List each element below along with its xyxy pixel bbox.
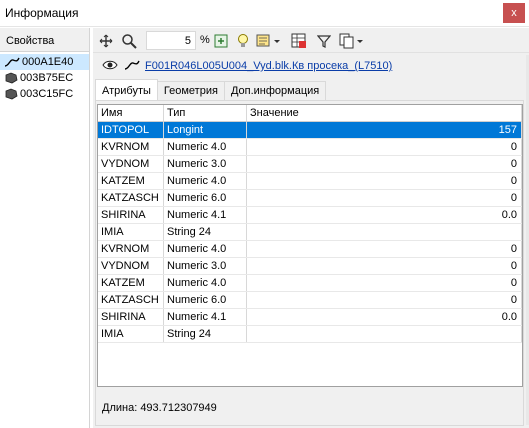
cell-type: Numeric 4.0 <box>164 173 247 189</box>
tab-attributes[interactable]: Атрибуты <box>95 79 158 100</box>
table-row[interactable]: KATZASCH Numeric 6.0 0 <box>98 292 522 309</box>
cell-type: Longint <box>164 122 247 138</box>
cell-value: 0 <box>247 241 522 257</box>
window-title: Информация <box>5 6 79 20</box>
table-row[interactable]: VYDNOM Numeric 3.0 0 <box>98 156 522 173</box>
table-row[interactable]: IDTOPOL Longint 157 <box>98 122 522 139</box>
move-icon[interactable] <box>97 32 115 50</box>
cell-name: SHIRINA <box>98 309 164 325</box>
tree-item-label: 003B75EC <box>20 72 74 84</box>
table-row[interactable]: IMIA String 24 <box>98 224 522 241</box>
cell-name: IDTOPOL <box>98 122 164 138</box>
tab-strip: Атрибуты Геометрия Доп.информация <box>95 79 327 100</box>
table-icon[interactable] <box>290 32 308 50</box>
percent-label: % <box>200 34 210 46</box>
cell-type: Numeric 6.0 <box>164 292 247 308</box>
table-row[interactable]: VYDNOM Numeric 3.0 0 <box>98 258 522 275</box>
tree-item-003c15fc[interactable]: 003C15FC <box>0 86 89 102</box>
tree-item-label: 003C15FC <box>20 88 74 100</box>
table-row[interactable]: KVRNOM Numeric 4.0 0 <box>98 241 522 258</box>
zoom-icon[interactable] <box>120 32 138 50</box>
cell-name: KATZEM <box>98 275 164 291</box>
cell-type: Numeric 6.0 <box>164 190 247 206</box>
cell-type: Numeric 3.0 <box>164 258 247 274</box>
cell-value: 0 <box>247 139 522 155</box>
cell-name: VYDNOM <box>98 258 164 274</box>
cell-type: Numeric 4.1 <box>164 207 247 223</box>
cell-name: IMIA <box>98 224 164 240</box>
cell-value: 0 <box>247 190 522 206</box>
table-header: Имя Тип Значение <box>98 105 522 122</box>
fit-icon[interactable] <box>212 32 230 50</box>
table-row[interactable]: IMIA String 24 <box>98 326 522 343</box>
eye-icon[interactable] <box>102 59 118 74</box>
column-value[interactable]: Значение <box>247 105 522 121</box>
cell-type: Numeric 4.1 <box>164 309 247 325</box>
table-row[interactable]: KATZEM Numeric 4.0 0 <box>98 275 522 292</box>
table-row[interactable]: KATZEM Numeric 4.0 0 <box>98 173 522 190</box>
copy-icon[interactable] <box>339 32 365 50</box>
cell-value: 0 <box>247 156 522 172</box>
lightbulb-icon[interactable] <box>234 32 252 50</box>
cell-name: KATZASCH <box>98 292 164 308</box>
cell-value: 0 <box>247 275 522 291</box>
title-bar: Информация x <box>0 0 529 27</box>
line-icon <box>124 59 140 74</box>
cell-name: KVRNOM <box>98 139 164 155</box>
cell-type: Numeric 3.0 <box>164 156 247 172</box>
attributes-table[interactable]: Имя Тип Значение IDTOPOL Longint 157 KVRNOM… <box>97 104 523 387</box>
cell-type: Numeric 4.0 <box>164 275 247 291</box>
properties-panel: Свойства 000A1E40 003B75EC 003C15FC <box>0 28 90 428</box>
cell-type: Numeric 4.0 <box>164 241 247 257</box>
cell-value: 0 <box>247 292 522 308</box>
close-button[interactable]: x <box>503 3 525 23</box>
filter-icon[interactable] <box>315 32 333 50</box>
info-content: 5 % F001R046L005U004_Vyd.blk.Кв просека_… <box>93 28 529 428</box>
tree-item-000a1e40[interactable]: 000A1E40 <box>0 54 89 70</box>
column-name[interactable]: Имя <box>98 105 164 121</box>
layer-icon[interactable] <box>256 32 282 50</box>
tab-extra-info[interactable]: Доп.информация <box>223 81 327 100</box>
properties-header: Свойства <box>0 28 89 52</box>
cell-name: KATZASCH <box>98 190 164 206</box>
cell-name: KVRNOM <box>98 241 164 257</box>
cell-value <box>247 326 522 342</box>
object-link[interactable]: F001R046L005U004_Vyd.blk.Кв просека_(L75… <box>145 60 392 72</box>
cell-name: IMIA <box>98 326 164 342</box>
polygon-icon <box>5 88 18 100</box>
column-type[interactable]: Тип <box>164 105 247 121</box>
cell-type: Numeric 4.0 <box>164 139 247 155</box>
attributes-panel: Имя Тип Значение IDTOPOL Longint 157 KVRNOM… <box>95 100 524 426</box>
table-row[interactable]: SHIRINA Numeric 4.1 0.0 <box>98 207 522 224</box>
table-row[interactable]: KVRNOM Numeric 4.0 0 <box>98 139 522 156</box>
polygon-icon <box>5 72 18 84</box>
zoom-input[interactable]: 5 <box>146 31 196 50</box>
line-icon <box>4 57 20 67</box>
cell-value: 0 <box>247 258 522 274</box>
cell-type: String 24 <box>164 326 247 342</box>
cell-value: 0 <box>247 173 522 189</box>
tab-geometry[interactable]: Геометрия <box>156 81 225 100</box>
cell-value: 0.0 <box>247 309 522 325</box>
cell-name: KATZEM <box>98 173 164 189</box>
cell-value: 157 <box>247 122 522 138</box>
cell-type: String 24 <box>164 224 247 240</box>
cell-name: SHIRINA <box>98 207 164 223</box>
object-line: F001R046L005U004_Vyd.blk.Кв просека_(L75… <box>93 56 529 76</box>
table-row[interactable]: KATZASCH Numeric 6.0 0 <box>98 190 522 207</box>
tree-item-003b75ec[interactable]: 003B75EC <box>0 70 89 86</box>
table-row[interactable]: SHIRINA Numeric 4.1 0.0 <box>98 309 522 326</box>
toolbar: 5 % <box>93 28 529 53</box>
cell-value <box>247 224 522 240</box>
cell-value: 0.0 <box>247 207 522 223</box>
tree-item-label: 000A1E40 <box>22 56 74 68</box>
cell-name: VYDNOM <box>98 156 164 172</box>
length-status: Длина: 493.712307949 <box>102 402 217 414</box>
